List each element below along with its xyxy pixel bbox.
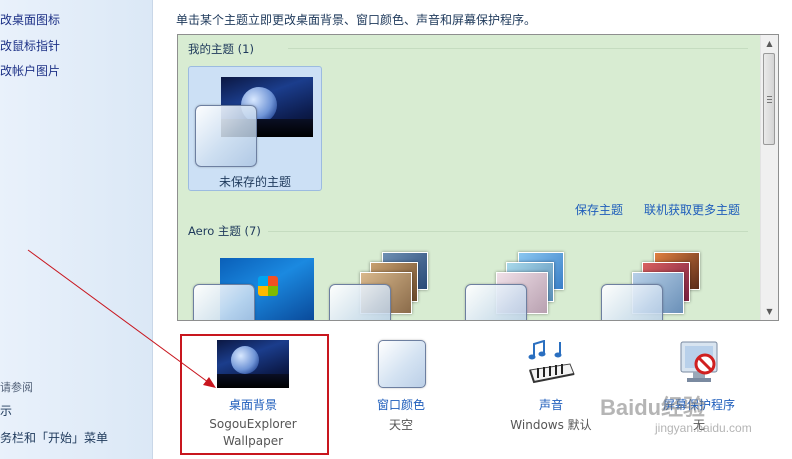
sidebar-see-also-taskbar[interactable]: 务栏和「开始」菜单 xyxy=(0,429,108,446)
sidebar-see-also-display[interactable]: 示 xyxy=(0,402,12,419)
sidebar-link-desktop-icons[interactable]: 改桌面图标 xyxy=(0,11,60,28)
glass-swatch xyxy=(193,284,255,320)
theme-list-scrollbar[interactable]: ▲ ▼ xyxy=(760,35,778,320)
glass-swatch xyxy=(195,105,257,167)
theme-tile-architecture[interactable] xyxy=(324,250,458,320)
setting-window-color[interactable]: 窗口颜色 天空 xyxy=(326,340,476,433)
my-themes-title: 我的主题 (1) xyxy=(188,42,254,56)
group-divider xyxy=(268,231,748,232)
screensaver-icon xyxy=(677,340,721,386)
glass-swatch xyxy=(465,284,527,320)
save-theme-link[interactable]: 保存主题 xyxy=(575,201,623,218)
theme-list-viewport: 我的主题 (1) 未保存的主题 保存主题 联机获取更多主题 Aero 主题 (7… xyxy=(178,35,759,320)
group-divider xyxy=(288,48,748,49)
sidebar-link-mouse-pointer[interactable]: 改鼠标指针 xyxy=(0,37,60,54)
theme-tile-landscapes[interactable] xyxy=(596,250,730,320)
scrollbar-thumb[interactable] xyxy=(763,53,775,145)
highlight-box xyxy=(180,334,329,455)
scroll-down-arrow-icon[interactable]: ▼ xyxy=(761,303,778,320)
window-color-value: 天空 xyxy=(388,418,413,432)
window-color-icon xyxy=(378,340,426,388)
watermark-url: jingyan.baidu.com xyxy=(655,421,752,435)
theme-tile-unsaved[interactable]: 未保存的主题 xyxy=(188,66,322,191)
window-color-link[interactable]: 窗口颜色 xyxy=(326,396,476,413)
see-also-heading: 请参阅 xyxy=(0,381,33,394)
sidebar-link-account-picture[interactable]: 改帐户图片 xyxy=(0,62,60,79)
theme-tile-label: 未保存的主题 xyxy=(218,175,291,189)
scroll-up-arrow-icon[interactable]: ▲ xyxy=(761,35,778,52)
theme-tile-windows7[interactable] xyxy=(188,250,322,320)
aero-themes-title: Aero 主题 (7) xyxy=(188,224,261,238)
theme-tile-characters[interactable] xyxy=(460,250,594,320)
intro-text: 单击某个主题立即更改桌面背景、窗口颜色、声音和屏幕保护程序。 xyxy=(176,13,537,27)
watermark-logo: Baidu经验 xyxy=(600,395,706,420)
theme-list: 我的主题 (1) 未保存的主题 保存主题 联机获取更多主题 Aero 主题 (7… xyxy=(177,34,779,321)
glass-swatch xyxy=(329,284,391,320)
left-sidebar: 改桌面图标 改鼠标指针 改帐户图片 请参阅 示 务栏和「开始」菜单 xyxy=(0,0,153,459)
sound-piano-icon xyxy=(526,339,576,388)
glass-swatch xyxy=(601,284,663,320)
get-more-themes-link[interactable]: 联机获取更多主题 xyxy=(644,201,740,218)
